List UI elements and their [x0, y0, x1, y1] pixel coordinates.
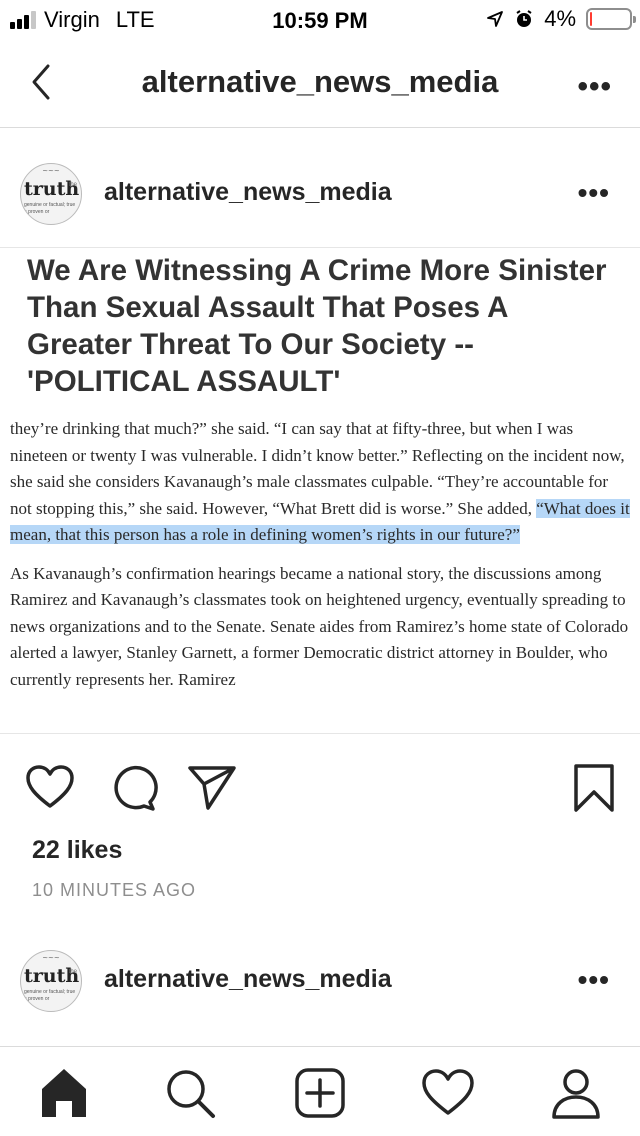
paragraph-text: they’re drinking that much?” she said. “…	[10, 419, 625, 518]
status-indicators: 4%	[486, 6, 636, 32]
battery-icon	[586, 8, 636, 30]
alarm-clock-icon	[516, 10, 532, 27]
status-bar: Virgin LTE 10:59 PM 4%	[0, 0, 640, 40]
article-paragraph: As Kavanaugh’s confirmation hearings bec…	[10, 563, 629, 689]
likes-count[interactable]: 22 likes	[32, 836, 122, 865]
top-navigation: alternative_news_media •••	[0, 40, 640, 128]
heart-icon[interactable]	[24, 762, 76, 814]
add-post-icon[interactable]	[292, 1065, 348, 1121]
post-actions	[0, 750, 640, 830]
post-username[interactable]: alternative_news_media	[104, 965, 392, 994]
bookmark-icon[interactable]	[568, 762, 620, 814]
avatar[interactable]: ~~~ truth the genuine or factual; true a…	[20, 163, 82, 225]
battery-percent: 4%	[544, 6, 576, 31]
post-username[interactable]: alternative_news_media	[104, 178, 392, 207]
bottom-tab-bar	[0, 1046, 640, 1136]
post-timestamp: 10 MINUTES AGO	[32, 880, 197, 900]
page-title: alternative_news_media	[141, 64, 499, 99]
article-paragraph: they’re drinking that much?” she said. “…	[10, 416, 630, 549]
next-post-header: ~~~ truth the genuine or factual; true a…	[0, 930, 640, 1030]
article-headline: We Are Witnessing A Crime More Sinister …	[27, 254, 607, 398]
avatar[interactable]: ~~~ truth the genuine or factual; true a…	[20, 950, 82, 1012]
location-arrow-icon	[487, 11, 504, 27]
post-image[interactable]: We Are Witnessing A Crime More Sinister …	[0, 247, 640, 734]
home-icon[interactable]	[36, 1065, 92, 1121]
more-options-button[interactable]: •••	[577, 70, 612, 104]
search-icon[interactable]	[162, 1065, 218, 1121]
profile-icon[interactable]	[548, 1065, 604, 1121]
comment-icon[interactable]	[106, 762, 158, 814]
send-icon[interactable]	[186, 762, 238, 814]
post-more-button[interactable]: •••	[578, 964, 610, 996]
battery-level	[590, 12, 592, 26]
activity-heart-icon[interactable]	[420, 1065, 476, 1121]
post-header: ~~~ truth the genuine or factual; true a…	[0, 143, 640, 243]
article-body: they’re drinking that much?” she said. “…	[10, 416, 630, 705]
avatar-subtext: genuine or factual; true a proven or	[24, 989, 76, 1002]
avatar-subtext: genuine or factual; true a proven or	[24, 202, 76, 215]
post-more-button[interactable]: •••	[578, 177, 610, 209]
